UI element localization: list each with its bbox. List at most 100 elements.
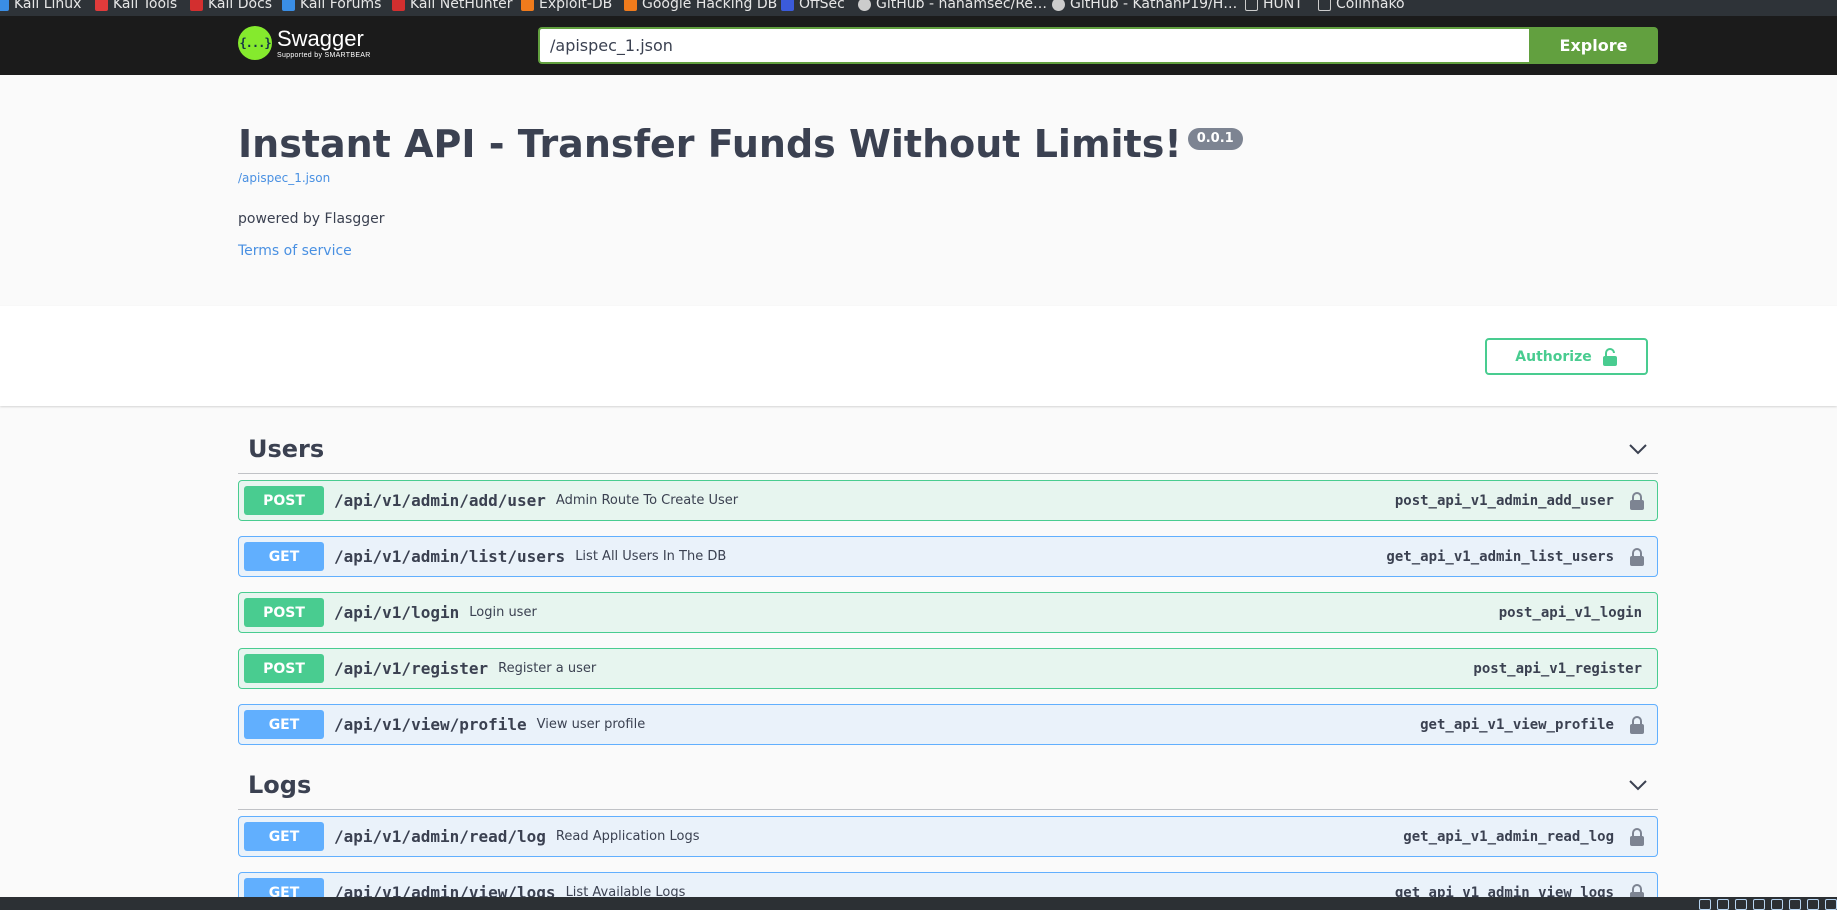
operation-summary: Read Application Logs (555, 829, 700, 844)
method-badge: GET (244, 542, 324, 571)
api-info: Instant API - Transfer Funds Without Lim… (238, 122, 1658, 259)
kali-docs-icon (190, 0, 203, 11)
bookmark-kali-nethunter[interactable]: Kali NetHunter (392, 0, 512, 14)
operation-post-login[interactable]: POST /api/v1/login Login user post_api_v… (238, 592, 1658, 633)
unlocked-padlock-icon (1602, 347, 1617, 366)
operation-id: post_api_v1_admin_add_user (1394, 492, 1614, 509)
bookmark-label: GitHub - KathanP19/H… (1070, 0, 1238, 12)
kali-dragon-icon (0, 0, 9, 11)
version-badge: 0.0.1 (1187, 128, 1243, 150)
bookmark-label: Colinhako (1336, 0, 1405, 12)
tray-app-icon[interactable] (1717, 899, 1729, 910)
nethunter-icon (392, 0, 405, 11)
bookmark-kali-forums[interactable]: Kali Forums (282, 0, 381, 14)
exploit-db-icon (521, 0, 534, 11)
operation-path: /api/v1/register (334, 659, 489, 678)
bookmark-google-hacking-db[interactable]: Google Hacking DB (624, 0, 777, 14)
operation-path: /api/v1/admin/add/user (334, 491, 546, 510)
swagger-logo-icon: {...} (238, 26, 272, 60)
tray-app-icon[interactable] (1771, 899, 1783, 910)
operation-summary: List All Users In The DB (575, 549, 727, 564)
github-icon (858, 0, 871, 11)
operation-path: /api/v1/login (334, 603, 460, 622)
folder-icon (1318, 0, 1331, 11)
bookmark-colinhako[interactable]: Colinhako (1318, 0, 1405, 14)
lock-icon[interactable] (1622, 713, 1652, 737)
bookmark-label: Google Hacking DB (642, 0, 778, 12)
bookmark-label: OffSec (799, 0, 845, 12)
operation-summary: Login user (469, 605, 537, 620)
bookmark-label: Kali Linux (14, 0, 82, 12)
bookmarks-bar: Kali Linux Kali Tools Kali Docs Kali For… (0, 0, 1837, 16)
bookmark-label: Kali Docs (208, 0, 273, 12)
operation-get-admin-list-users[interactable]: GET /api/v1/admin/list/users List All Us… (238, 536, 1658, 577)
bookmark-kali-tools[interactable]: Kali Tools (95, 0, 177, 14)
api-title-row: Instant API - Transfer Funds Without Lim… (238, 122, 1658, 168)
logo-subtitle: Supported by SMARTBEAR (277, 51, 371, 59)
tray-app-icon[interactable] (1825, 899, 1837, 910)
lock-icon[interactable] (1622, 545, 1652, 569)
operation-summary: View user profile (536, 717, 646, 732)
bookmark-github-hahamsec[interactable]: GitHub - hahamsec/Re… (858, 0, 1047, 14)
operation-id: post_api_v1_login (1498, 604, 1642, 621)
tag-title: Logs (248, 770, 312, 799)
operation-get-view-profile[interactable]: GET /api/v1/view/profile View user profi… (238, 704, 1658, 745)
page-title: Instant API - Transfer Funds Without Lim… (238, 122, 1182, 166)
kali-forums-icon (282, 0, 295, 11)
bookmark-hunt[interactable]: HUNT (1245, 0, 1303, 14)
authorize-button[interactable]: Authorize (1485, 338, 1648, 375)
bookmark-label: Kali Tools (113, 0, 178, 12)
explore-button[interactable]: Explore (1529, 27, 1658, 64)
tag-logs[interactable]: Logs (238, 760, 1658, 810)
chevron-down-icon[interactable] (1628, 775, 1648, 795)
lock-icon[interactable] (1622, 489, 1652, 513)
offsec-icon (781, 0, 794, 11)
operation-id: get_api_v1_admin_read_log (1403, 828, 1614, 845)
bookmark-label: Kali Forums (300, 0, 382, 12)
operation-summary: Admin Route To Create User (555, 493, 739, 508)
ghdb-icon (624, 0, 637, 11)
tray-app-icon[interactable] (1735, 899, 1747, 910)
operation-get-admin-read-log[interactable]: GET /api/v1/admin/read/log Read Applicat… (238, 816, 1658, 857)
bookmark-label: Kali NetHunter (410, 0, 513, 12)
tray-app-icon[interactable] (1807, 899, 1819, 910)
spec-url-input[interactable] (538, 27, 1529, 64)
swagger-topbar: {...} Swagger Supported by SMARTBEAR Exp… (0, 16, 1837, 75)
kali-tools-icon (95, 0, 108, 11)
os-taskbar (0, 897, 1837, 910)
bookmark-kali-docs[interactable]: Kali Docs (190, 0, 272, 14)
bookmark-offsec[interactable]: OffSec (781, 0, 845, 14)
operation-post-admin-add-user[interactable]: POST /api/v1/admin/add/user Admin Route … (238, 480, 1658, 521)
github-icon (1052, 0, 1065, 11)
operation-post-register[interactable]: POST /api/v1/register Register a user po… (238, 648, 1658, 689)
chevron-down-icon[interactable] (1628, 439, 1648, 459)
operation-path: /api/v1/admin/list/users (334, 547, 566, 566)
system-tray (1699, 899, 1837, 910)
bookmark-exploit-db[interactable]: Exploit-DB (521, 0, 612, 14)
lock-icon[interactable] (1622, 825, 1652, 849)
operation-path: /api/v1/admin/read/log (334, 827, 546, 846)
swagger-logo[interactable]: {...} Swagger Supported by SMARTBEAR (238, 26, 371, 60)
spec-url-link[interactable]: /apispec_1.json (238, 171, 1658, 185)
bookmark-label: Exploit-DB (539, 0, 613, 12)
method-badge: GET (244, 822, 324, 851)
authorize-label: Authorize (1515, 348, 1592, 365)
operation-id: get_api_v1_admin_list_users (1386, 548, 1614, 565)
method-badge: POST (244, 654, 324, 683)
tag-users[interactable]: Users (238, 424, 1658, 474)
logo-name: Swagger (277, 25, 364, 51)
tray-app-icon[interactable] (1753, 899, 1765, 910)
bookmark-kali-linux[interactable]: Kali Linux (0, 0, 81, 14)
tray-app-icon[interactable] (1789, 899, 1801, 910)
operation-id: get_api_v1_view_profile (1420, 716, 1614, 733)
tray-app-icon[interactable] (1699, 899, 1711, 910)
method-badge: GET (244, 710, 324, 739)
method-badge: POST (244, 486, 324, 515)
bookmark-github-kathanp19[interactable]: GitHub - KathanP19/H… (1052, 0, 1237, 14)
terms-of-service-link[interactable]: Terms of service (238, 243, 1658, 259)
api-description: powered by Flasgger (238, 210, 385, 227)
operation-id: post_api_v1_register (1473, 660, 1642, 677)
operation-summary: Register a user (498, 661, 597, 676)
folder-icon (1245, 0, 1258, 11)
operation-path: /api/v1/view/profile (334, 715, 527, 734)
